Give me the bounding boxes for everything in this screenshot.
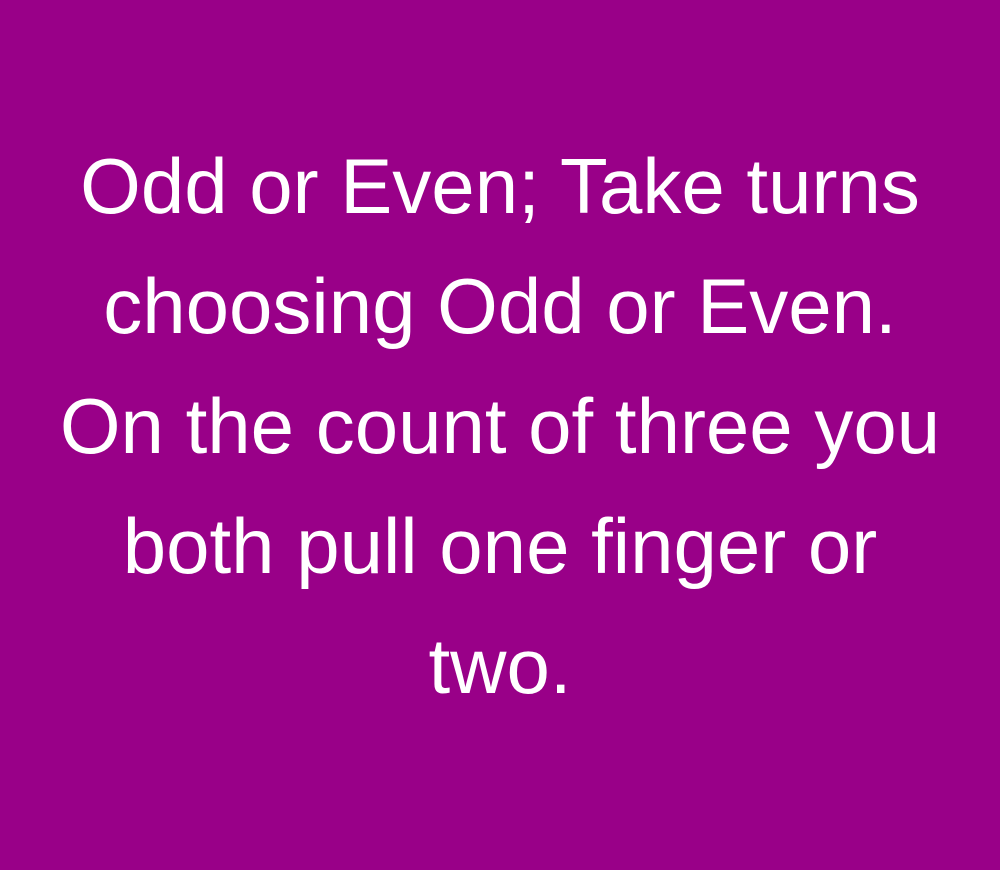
- instruction-line-1: Odd or Even; Take turns: [80, 142, 920, 230]
- instruction-card: Odd or Even; Take turns choosing Odd or …: [0, 0, 1000, 870]
- instruction-line-5: two.: [428, 622, 572, 710]
- instruction-line-3: On the count of three you: [59, 382, 941, 470]
- instruction-text: Odd or Even; Take turns choosing Odd or …: [0, 126, 1000, 726]
- instruction-line-4: both pull one finger or: [122, 502, 878, 590]
- instruction-line-2: choosing Odd or Even.: [103, 262, 897, 350]
